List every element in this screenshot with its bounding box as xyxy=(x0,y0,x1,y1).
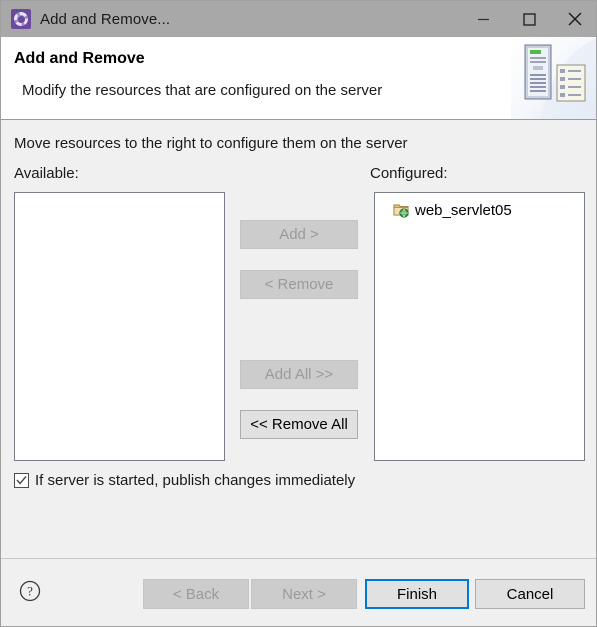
list-item-label: web_servlet05 xyxy=(415,201,512,219)
back-button[interactable]: < Back xyxy=(143,579,249,609)
cancel-button[interactable]: Cancel xyxy=(475,579,585,609)
window-title: Add and Remove... xyxy=(40,10,171,28)
add-and-remove-dialog: Add and Remove... Add and Remove Modify … xyxy=(0,0,597,627)
title-bar: Add and Remove... xyxy=(1,1,596,37)
wizard-gear-icon xyxy=(11,9,31,29)
configured-label: Configured: xyxy=(370,165,448,182)
publish-immediately-label: If server is started, publish changes im… xyxy=(35,472,356,489)
configured-list[interactable]: web_servlet05 xyxy=(374,192,585,461)
close-icon[interactable] xyxy=(552,1,596,37)
list-item[interactable]: web_servlet05 xyxy=(375,199,584,221)
page-title: Add and Remove xyxy=(14,50,145,67)
help-question-icon[interactable]: ? xyxy=(19,580,41,602)
add-button[interactable]: Add > xyxy=(240,220,358,249)
svg-text:?: ? xyxy=(27,584,33,599)
remove-all-button[interactable]: << Remove All xyxy=(240,410,358,439)
finish-button[interactable]: Finish xyxy=(365,579,469,609)
next-button[interactable]: Next > xyxy=(251,579,357,609)
add-all-button[interactable]: Add All >> xyxy=(240,360,358,389)
available-label: Available: xyxy=(14,165,79,182)
publish-immediately-checkbox[interactable] xyxy=(14,473,29,488)
server-and-document-icon xyxy=(511,37,596,119)
page-description: Modify the resources that are configured… xyxy=(22,82,383,99)
available-list[interactable] xyxy=(14,192,225,461)
publish-immediately-row[interactable]: If server is started, publish changes im… xyxy=(14,472,355,489)
dialog-header: Add and Remove Modify the resources that… xyxy=(1,37,596,120)
maximize-icon[interactable] xyxy=(506,1,552,37)
web-project-icon xyxy=(393,202,409,218)
minimize-icon[interactable] xyxy=(460,1,506,37)
dialog-body: Move resources to the right to configure… xyxy=(1,120,596,558)
dialog-footer: ? < Back Next > Finish Cancel xyxy=(1,558,596,626)
instruction-text: Move resources to the right to configure… xyxy=(14,135,408,152)
window-controls xyxy=(460,1,596,37)
remove-button[interactable]: < Remove xyxy=(240,270,358,299)
